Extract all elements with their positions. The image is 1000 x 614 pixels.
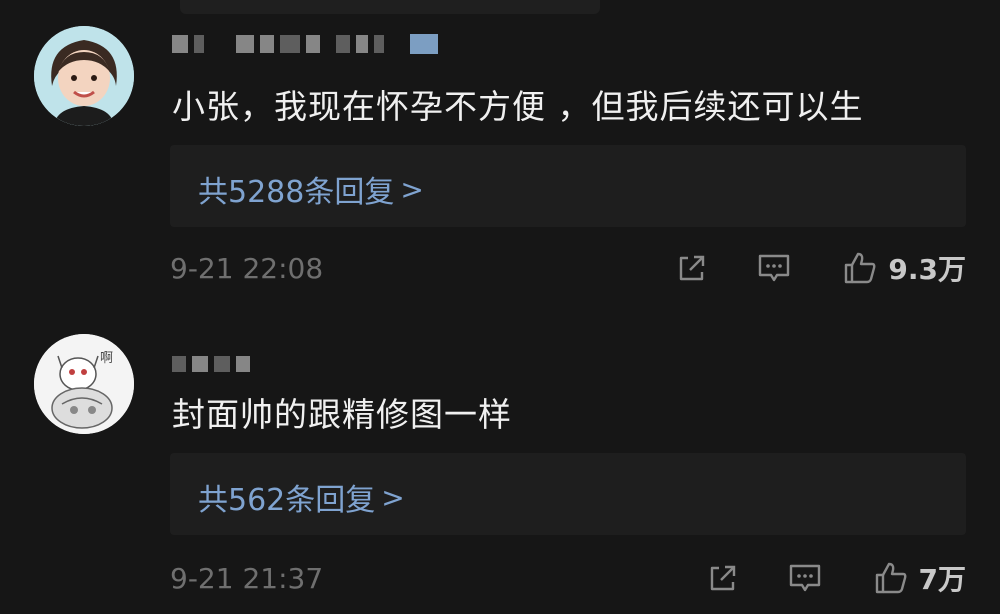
blurred-segment <box>172 356 186 372</box>
replies-count-label: 共5288条回复 <box>198 175 395 210</box>
replies-count-label: 共562条回复 <box>198 483 376 518</box>
like-count: 9.3万 <box>888 253 966 286</box>
thumbs-up-icon <box>875 562 906 594</box>
blurred-segment <box>194 35 204 53</box>
avatar[interactable] <box>34 26 134 126</box>
username-blurred[interactable] <box>172 32 438 56</box>
avatar[interactable]: 啊 <box>34 334 134 434</box>
comment-actions: 9.3万 <box>674 250 966 286</box>
blurred-segment <box>260 35 274 53</box>
share-icon[interactable] <box>705 560 741 596</box>
comment-meta: 9-21 21:37 7万 <box>170 560 966 596</box>
comment-meta: 9-21 22:08 9.3万 <box>170 250 966 286</box>
comment-icon[interactable] <box>787 560 823 596</box>
blurred-segment <box>214 356 230 372</box>
timestamp: 9-21 22:08 <box>170 252 324 285</box>
chevron-right-icon: > <box>400 172 424 206</box>
comment-text: 小张，我现在怀孕不方便 ，但我后续还可以生 <box>172 87 864 126</box>
username-blurred[interactable] <box>172 352 250 376</box>
view-replies-link[interactable]: 共562条回复 > <box>198 475 405 519</box>
blurred-segment <box>306 35 320 53</box>
comment-text: 封面帅的跟精修图一样 <box>172 395 512 434</box>
like-button[interactable]: 9.3万 <box>842 248 966 288</box>
blurred-segment <box>374 35 384 53</box>
badge-icon <box>410 34 438 54</box>
replies-box[interactable]: 共5288条回复 > <box>170 145 966 227</box>
comment-actions: 7万 <box>705 560 966 596</box>
like-button[interactable]: 7万 <box>873 558 966 598</box>
like-count: 7万 <box>918 563 966 596</box>
share-icon[interactable] <box>674 250 710 286</box>
replies-box[interactable]: 共562条回复 > <box>170 453 966 535</box>
view-replies-link[interactable]: 共5288条回复 > <box>198 167 424 211</box>
blurred-segment <box>236 356 250 372</box>
blurred-segment <box>356 35 368 53</box>
blurred-segment <box>336 35 350 53</box>
svg-text:啊: 啊 <box>100 351 113 366</box>
previous-comment-edge <box>180 0 600 14</box>
chevron-right-icon: > <box>381 480 405 514</box>
blurred-segment <box>172 35 188 53</box>
girl-avatar-icon <box>34 26 134 126</box>
blurred-segment <box>192 356 208 372</box>
blurred-segment <box>280 35 300 53</box>
timestamp: 9-21 21:37 <box>170 562 324 595</box>
blurred-segment <box>236 35 254 53</box>
thumbs-up-icon <box>845 252 876 284</box>
comment-icon[interactable] <box>756 250 792 286</box>
cartoon-avatar-icon: 啊 <box>34 334 134 434</box>
